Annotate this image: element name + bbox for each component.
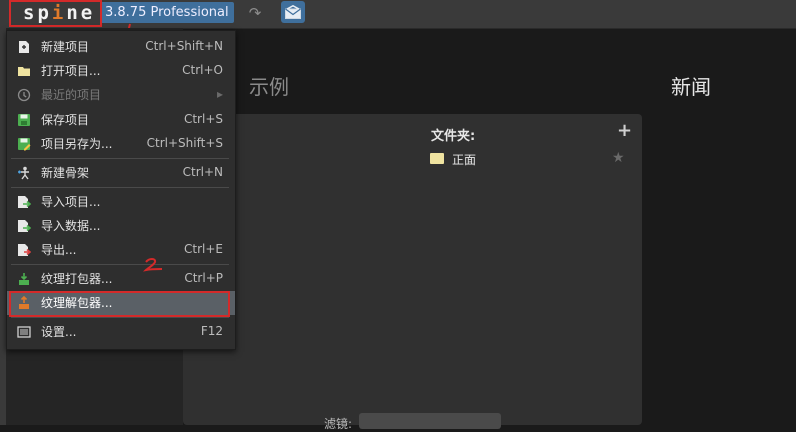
menu-item-shortcut: Ctrl+Shift+N [145, 39, 223, 53]
settings-icon [17, 326, 31, 338]
menu-item-label: 保存项目 [41, 113, 90, 127]
menu-item-label: 设置... [41, 325, 77, 339]
menu-item-texture-packer[interactable]: 纹理打包器... Ctrl+P [7, 267, 235, 291]
examples-title: 示例 [249, 75, 289, 99]
new-project-icon [19, 41, 29, 53]
folder-label: 正面 [452, 153, 477, 167]
folder-icon [430, 153, 444, 164]
texture-packer-icon [19, 273, 29, 285]
menu-item-save-project[interactable]: 保存项目 Ctrl+S [7, 108, 235, 132]
export-icon [18, 244, 31, 256]
menu-item-import-project[interactable]: 导入项目... [7, 190, 235, 214]
menu-separator [11, 264, 229, 265]
menu-item-label: 纹理打包器... [41, 272, 113, 286]
menu-separator [11, 317, 229, 318]
menu-item-import-data[interactable]: 导入数据... [7, 214, 235, 238]
menu-item-open-project[interactable]: 打开项目... Ctrl+O [7, 59, 235, 83]
menu-item-shortcut: Ctrl+E [184, 242, 223, 256]
menu-item-label: 项目另存为... [41, 137, 113, 151]
menu-item-export[interactable]: 导出... Ctrl+E [7, 238, 235, 262]
menu-item-shortcut: Ctrl+P [184, 271, 223, 285]
folder-icon [18, 67, 30, 76]
filter-input[interactable] [359, 413, 501, 429]
submenu-arrow-icon: ▸ [216, 87, 223, 101]
menu-item-shortcut: Ctrl+S [183, 112, 223, 126]
history-icon [17, 88, 31, 102]
mail-icon [285, 5, 301, 19]
menu-separator [11, 158, 229, 159]
filter-label: 滤镜: [324, 417, 353, 431]
menu-item-new-skeleton[interactable]: 新建骨架 Ctrl+N [7, 161, 235, 185]
menu-item-label: 打开项目... [41, 64, 101, 78]
menu-item-label: 新建骨架 [41, 166, 90, 180]
version-badge: 3.8.75 Professional [100, 2, 234, 23]
mail-button[interactable] [281, 1, 305, 23]
menu-item-shortcut: Ctrl+O [182, 63, 223, 77]
menu-separator [11, 187, 229, 188]
menu-item-label: 最近的项目 [41, 88, 102, 102]
menu-item-label: 导出... [41, 243, 77, 257]
menu-item-label: 导入项目... [41, 195, 101, 209]
menu-item-shortcut: Ctrl+N [182, 165, 223, 179]
projects-panel [183, 114, 642, 425]
add-folder-icon[interactable]: + [617, 120, 632, 141]
import-project-icon [18, 196, 31, 208]
menu-item-new-project[interactable]: 新建项目 Ctrl+Shift+N [7, 35, 235, 59]
folders-label: 文件夹: [431, 129, 476, 144]
menu-item-label: 新建项目 [41, 40, 90, 54]
menu-item-shortcut: Ctrl+Shift+S [146, 136, 223, 150]
import-data-icon [18, 220, 31, 232]
save-icon [18, 114, 30, 126]
annotation-box-logo [9, 0, 102, 27]
menu-item-recent-projects[interactable]: 最近的项目 ▸ [7, 83, 235, 107]
redo-icon[interactable]: ↷ [245, 4, 265, 22]
menu-item-label: 导入数据... [41, 219, 101, 233]
save-as-icon [18, 138, 31, 151]
skeleton-icon [18, 166, 29, 180]
annotation-mark-2 [143, 258, 163, 272]
news-title: 新闻 [671, 75, 711, 99]
annotation-box-unpacker [9, 291, 230, 317]
menu-item-shortcut: F12 [200, 324, 223, 338]
star-icon[interactable]: ★ [612, 150, 625, 166]
menu-item-settings[interactable]: 设置... F12 [7, 320, 235, 344]
menu-item-save-as[interactable]: 项目另存为... Ctrl+Shift+S [7, 132, 235, 156]
